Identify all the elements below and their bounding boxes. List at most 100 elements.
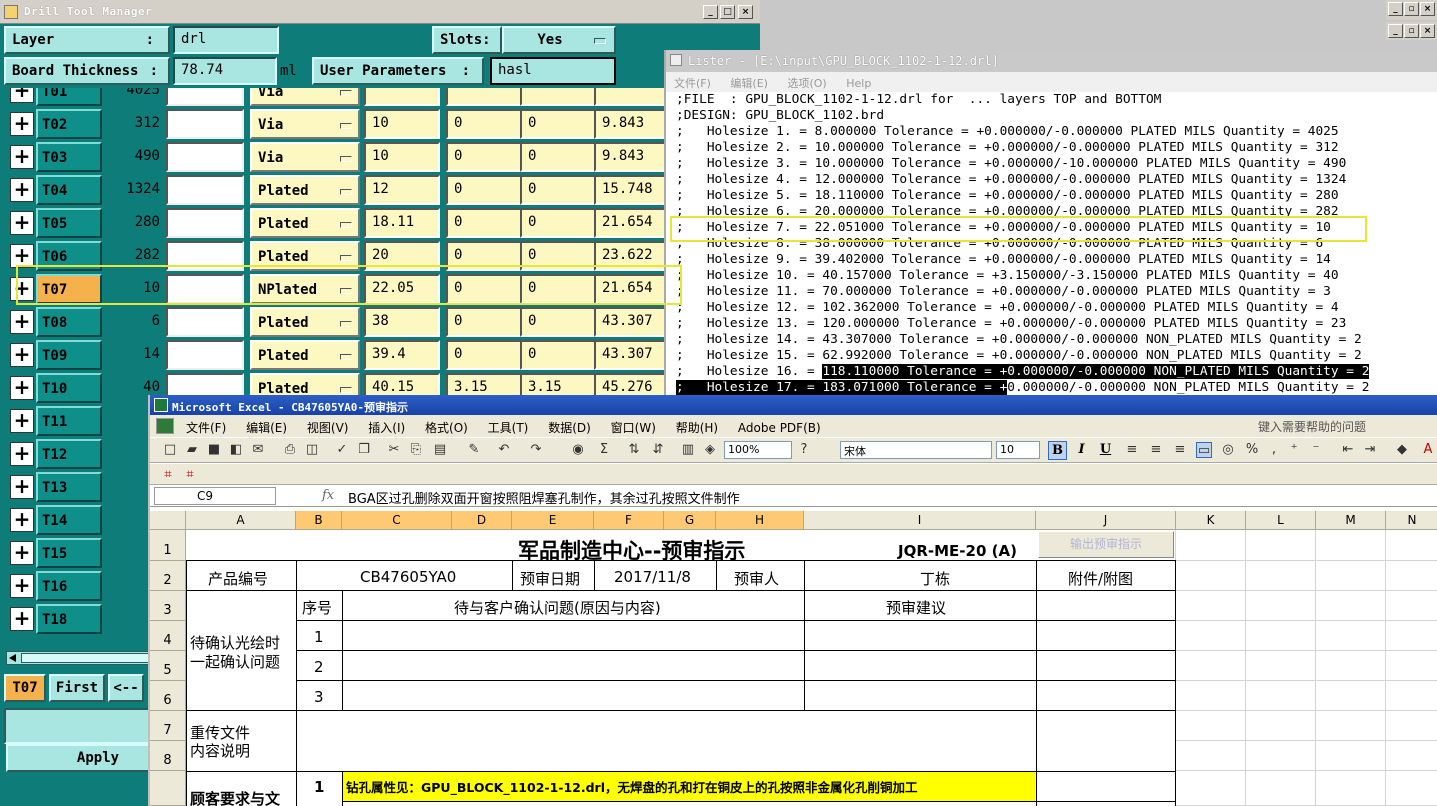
tool-name[interactable]: T18 xyxy=(36,604,102,634)
column-header[interactable]: B xyxy=(296,511,342,530)
close-icon[interactable]: × xyxy=(1420,2,1435,16)
tolerance-plus-input[interactable]: 0 xyxy=(446,175,522,205)
tool-name[interactable]: T16 xyxy=(36,571,102,601)
column-header[interactable]: A xyxy=(186,511,296,530)
suggestion-label[interactable]: 预审建议 xyxy=(886,597,946,618)
prev-button[interactable]: <-- xyxy=(108,674,144,702)
pending-label-1[interactable]: 待确认光绘时 xyxy=(190,632,280,653)
column-header[interactable]: M xyxy=(1316,511,1386,530)
column-header[interactable]: K xyxy=(1176,511,1246,530)
expand-icon[interactable]: + xyxy=(10,145,34,169)
tool-row[interactable]: + T01 4025 Via xyxy=(0,88,760,108)
drill-size-input[interactable]: 43.307 xyxy=(594,340,670,370)
expand-icon[interactable]: + xyxy=(10,475,34,499)
review-date-value[interactable]: 2017/11/8 xyxy=(614,568,691,586)
column-header[interactable]: G xyxy=(664,511,716,530)
close-icon[interactable]: × xyxy=(1420,24,1435,38)
tolerance-minus-input[interactable] xyxy=(520,88,596,106)
customer-requirement-label[interactable]: 顾客要求与文 xyxy=(190,788,280,806)
tool-name[interactable]: T09 xyxy=(36,340,102,370)
finished-size-input[interactable]: 12 xyxy=(364,175,440,205)
column-header[interactable]: J xyxy=(1036,511,1176,530)
row-header[interactable]: 6 xyxy=(150,681,186,711)
row-header[interactable]: 2 xyxy=(150,561,186,591)
restore-icon[interactable]: ▫ xyxy=(1404,2,1419,16)
plating-type-dropdown[interactable]: Via xyxy=(250,142,360,172)
select-all-corner[interactable] xyxy=(150,511,186,530)
minimize-icon[interactable]: _ xyxy=(1388,2,1403,16)
drill-size-input[interactable]: 21.654 xyxy=(594,208,670,238)
tolerance-minus-input[interactable]: 0 xyxy=(520,307,596,337)
tolerance-plus-input[interactable]: 0 xyxy=(446,142,522,172)
row-header[interactable]: 7 xyxy=(150,711,186,741)
layer-input[interactable]: drl xyxy=(173,26,279,54)
column-header[interactable]: L xyxy=(1246,511,1316,530)
tool-name[interactable]: T03 xyxy=(36,142,102,172)
drill-size-input[interactable]: 43.307 xyxy=(594,307,670,337)
plating-type-dropdown[interactable]: Plated xyxy=(250,307,360,337)
expand-icon[interactable]: + xyxy=(10,607,34,631)
column-header[interactable]: F xyxy=(594,511,664,530)
close-icon[interactable]: × xyxy=(738,5,753,19)
expand-icon[interactable]: + xyxy=(10,376,34,400)
plating-type-dropdown[interactable]: Plated xyxy=(250,340,360,370)
tolerance-plus-input[interactable]: 0 xyxy=(446,109,522,139)
tool-name[interactable]: T05 xyxy=(36,208,102,238)
lister-titlebar[interactable]: Lister - [E:\input\GPU_BLOCK_1102-1-12.d… xyxy=(666,50,1437,72)
lister-content[interactable]: ;FILE : GPU_BLOCK_1102-1-12.drl for ... … xyxy=(676,92,1370,395)
menu-options[interactable]: 选项(O) xyxy=(787,77,826,90)
row8-text[interactable]: 钻孔属性见：GPU_BLOCK_1102-1-12.drl，无焊盘的孔和打在铜皮… xyxy=(346,777,918,796)
tool-row[interactable]: + T09 14 Plated 39.4 0 0 43.307 xyxy=(0,339,760,372)
row-header[interactable]: 1 xyxy=(150,530,186,561)
tool-comment-input[interactable] xyxy=(166,340,244,370)
row8-seq[interactable]: 1 xyxy=(314,778,324,796)
user-params-input[interactable]: hasl xyxy=(490,57,616,85)
slots-dropdown[interactable]: Yes xyxy=(502,26,616,54)
tool-name[interactable]: T02 xyxy=(36,109,102,139)
finished-size-input[interactable]: 18.11 xyxy=(364,208,440,238)
board-thickness-input[interactable]: 78.74 xyxy=(173,57,277,85)
tool-name[interactable]: T08 xyxy=(36,307,102,337)
tolerance-minus-input[interactable]: 0 xyxy=(520,142,596,172)
tool-name[interactable]: T15 xyxy=(36,538,102,568)
tool-comment-input[interactable] xyxy=(166,307,244,337)
expand-icon[interactable]: + xyxy=(10,409,34,433)
tolerance-minus-input[interactable]: 0 xyxy=(520,175,596,205)
expand-icon[interactable]: + xyxy=(10,88,34,103)
tolerance-minus-input[interactable]: 0 xyxy=(520,109,596,139)
pending-label-2[interactable]: 一起确认问题 xyxy=(190,651,280,672)
tool-name[interactable]: T10 xyxy=(36,373,102,403)
tool-row[interactable]: + T04 1324 Plated 12 0 0 15.748 xyxy=(0,174,760,207)
reviewer-label[interactable]: 预审人 xyxy=(734,568,779,589)
tool-name[interactable]: T11 xyxy=(36,406,102,436)
seq-3[interactable]: 3 xyxy=(314,688,324,706)
tolerance-plus-input[interactable]: 0 xyxy=(446,307,522,337)
column-header[interactable]: D xyxy=(452,511,512,530)
tool-comment-input[interactable] xyxy=(166,208,244,238)
menu-help[interactable]: Help xyxy=(846,77,871,90)
doc-code[interactable]: JQR-ME-20 (A) xyxy=(898,542,1017,560)
drill-size-input[interactable] xyxy=(594,88,670,106)
plating-type-dropdown[interactable]: Plated xyxy=(250,175,360,205)
plating-type-dropdown[interactable]: Via xyxy=(250,109,360,139)
seq-1[interactable]: 1 xyxy=(314,628,324,646)
row-header[interactable]: 3 xyxy=(150,591,186,621)
column-header[interactable]: C xyxy=(342,511,452,530)
tool-row[interactable]: + T08 6 Plated 38 0 0 43.307 xyxy=(0,306,760,339)
finished-size-input[interactable]: 39.4 xyxy=(364,340,440,370)
finished-size-input[interactable] xyxy=(364,88,440,106)
review-date-label[interactable]: 预审日期 xyxy=(520,568,580,589)
expand-icon[interactable]: + xyxy=(10,343,34,367)
attachment-label[interactable]: 附件/附图 xyxy=(1068,568,1133,589)
finished-size-input[interactable]: 10 xyxy=(364,142,440,172)
minimize-icon[interactable]: _ xyxy=(703,5,718,19)
menu-file[interactable]: 文件(F) xyxy=(674,77,711,90)
expand-icon[interactable]: + xyxy=(10,508,34,532)
expand-icon[interactable]: + xyxy=(10,310,34,334)
expand-icon[interactable]: + xyxy=(10,442,34,466)
plating-type-dropdown[interactable]: Via xyxy=(250,88,360,106)
tool-row[interactable]: + T02 312 Via 10 0 0 9.843 xyxy=(0,108,760,141)
plating-type-dropdown[interactable]: Plated xyxy=(250,208,360,238)
tool-name[interactable]: T04 xyxy=(36,175,102,205)
tool-comment-input[interactable] xyxy=(166,88,244,106)
